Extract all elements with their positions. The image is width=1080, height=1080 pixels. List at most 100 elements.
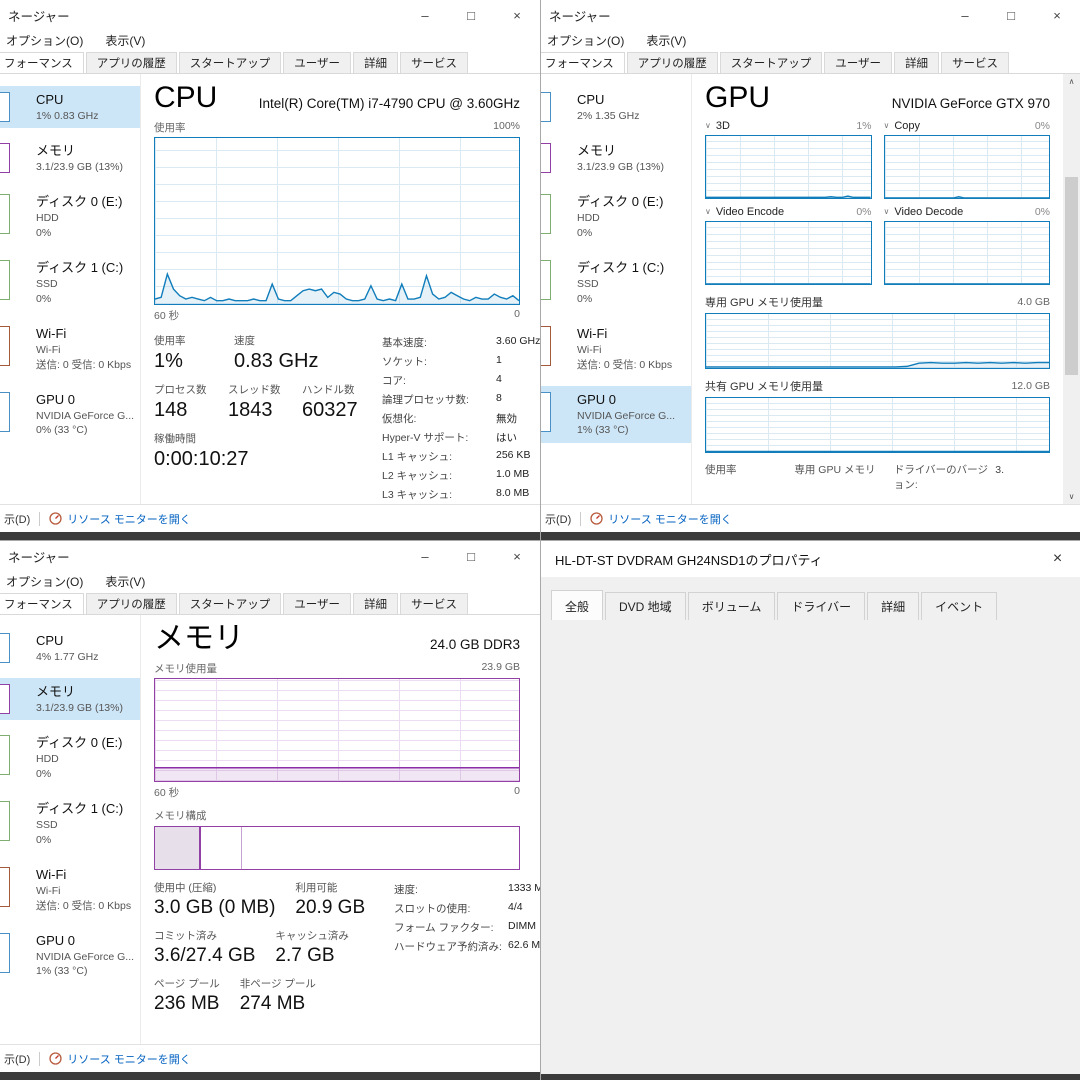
sidebar-item-cpu[interactable]: CPU4% 1.77 GHz <box>0 627 140 669</box>
tab-performance[interactable]: フォーマンス <box>540 52 625 73</box>
window-title: ネージャー <box>8 547 70 566</box>
tab-dvd-region[interactable]: DVD 地域 <box>605 592 686 620</box>
tab-general[interactable]: 全般 <box>551 590 603 620</box>
menu-options[interactable]: オプション(O) <box>6 32 83 49</box>
sidebar-item-detail: 4% 1.77 GHz <box>36 650 136 665</box>
divider <box>39 512 40 526</box>
tab-app-history[interactable]: アプリの履歴 <box>86 593 177 614</box>
chevron-down-icon[interactable]: ∨ <box>705 121 711 130</box>
sidebar-item-disk-0[interactable]: ディスク 0 (E:)HDD0% <box>0 188 140 245</box>
tab-driver[interactable]: ドライバー <box>777 592 865 620</box>
tab-users[interactable]: ユーザー <box>283 52 351 73</box>
spec-value: DIMM <box>508 920 536 935</box>
maximize-button[interactable]: □ <box>448 0 494 30</box>
sidebar-item-wifi[interactable]: Wi-FiWi-Fi送信: 0 受信: 0 Kbps <box>541 320 691 377</box>
close-button[interactable]: × <box>494 541 540 571</box>
menu-options[interactable]: オプション(O) <box>547 32 624 49</box>
sidebar-item-memory[interactable]: メモリ3.1/23.9 GB (13%) <box>0 678 140 720</box>
minimize-button[interactable]: – <box>942 0 988 30</box>
menu-options[interactable]: オプション(O) <box>6 573 83 590</box>
mini-graph-icon <box>0 194 10 234</box>
minimize-button[interactable]: – <box>402 0 448 30</box>
menu-view[interactable]: 表示(V) <box>105 573 145 590</box>
sidebar-item-memory[interactable]: メモリ3.1/23.9 GB (13%) <box>541 137 691 179</box>
open-resource-monitor-link[interactable]: リソース モニターを開く <box>67 1051 191 1067</box>
spec-value: 1 <box>496 354 502 369</box>
sidebar-item-wifi[interactable]: Wi-FiWi-Fi送信: 0 受信: 0 Kbps <box>0 320 140 377</box>
taskmgr-cpu-window: ネージャー – □ × オプション(O) 表示(V) フォーマンス アプリの履歴… <box>0 0 540 540</box>
sidebar-item-cpu[interactable]: CPU2% 1.35 GHz <box>541 86 691 128</box>
sidebar-item-disk-1[interactable]: ディスク 1 (C:)SSD0% <box>0 795 140 852</box>
sidebar-item-disk-0[interactable]: ディスク 0 (E:)HDD0% <box>0 729 140 786</box>
tab-app-history[interactable]: アプリの履歴 <box>627 52 718 73</box>
tab-performance[interactable]: フォーマンス <box>0 593 84 614</box>
sidebar-item-gpu[interactable]: GPU 0NVIDIA GeForce G...1% (33 °C) <box>0 927 140 984</box>
sidebar-item-cpu[interactable]: CPU1% 0.83 GHz <box>0 86 140 128</box>
tab-services[interactable]: サービス <box>400 593 468 614</box>
sidebar-item-title: GPU 0 <box>577 391 687 409</box>
tab-startup[interactable]: スタートアップ <box>179 52 282 73</box>
tab-startup[interactable]: スタートアップ <box>179 593 282 614</box>
sidebar-item-gpu[interactable]: GPU 0NVIDIA GeForce G...1% (33 °C) <box>541 386 691 443</box>
memory-composition-segment <box>155 827 201 869</box>
tab-details[interactable]: 詳細 <box>353 593 398 614</box>
sidebar-item-detail: HDD <box>36 211 136 226</box>
fewer-details-button[interactable]: 示(D) <box>4 1051 30 1067</box>
tab-app-history[interactable]: アプリの履歴 <box>86 52 177 73</box>
close-button[interactable]: × <box>1034 0 1080 30</box>
menu-view[interactable]: 表示(V) <box>646 32 686 49</box>
sidebar-item-disk-0[interactable]: ディスク 0 (E:)HDD0% <box>541 188 691 245</box>
spec-value: 無効 <box>496 411 517 426</box>
sidebar-item-disk-1[interactable]: ディスク 1 (C:)SSD0% <box>541 254 691 311</box>
sidebar-item-memory[interactable]: メモリ3.1/23.9 GB (13%) <box>0 137 140 179</box>
tab-services[interactable]: サービス <box>941 52 1009 73</box>
tab-services[interactable]: サービス <box>400 52 468 73</box>
cpu-primary-stats: 使用率1% 速度0.83 GHz プロセス数148 スレッド数1843 ハンドル… <box>154 333 366 505</box>
tab-users[interactable]: ユーザー <box>824 52 892 73</box>
open-resource-monitor-link[interactable]: リソース モニターを開く <box>67 511 191 527</box>
scroll-up-arrow[interactable]: ∧ <box>1069 77 1075 86</box>
sidebar-item-title: GPU 0 <box>36 391 136 409</box>
sidebar-item-title: ディスク 0 (E:) <box>36 193 136 211</box>
shared-mem-label: 共有 GPU メモリ使用量 <box>705 378 823 394</box>
tab-details[interactable]: 詳細 <box>867 592 919 620</box>
scrollbar-thumb[interactable] <box>1065 177 1078 375</box>
panel-title: GPU <box>705 82 770 114</box>
status-bar: 示(D) リソース モニターを開く <box>0 504 540 532</box>
chevron-down-icon[interactable]: ∨ <box>705 207 711 216</box>
tab-events[interactable]: イベント <box>921 592 997 620</box>
memory-composition-segment <box>242 827 519 869</box>
open-resource-monitor-link[interactable]: リソース モニターを開く <box>608 511 732 527</box>
menu-view[interactable]: 表示(V) <box>105 32 145 49</box>
fewer-details-button[interactable]: 示(D) <box>545 511 571 527</box>
mini-graph-icon <box>0 392 10 432</box>
spec-row: L3 キャッシュ:8.0 MB <box>382 487 540 502</box>
sidebar-item-disk-1[interactable]: ディスク 1 (C:)SSD0% <box>0 254 140 311</box>
dialog-title-bar: HL-DT-ST DVDRAM GH24NSD1のプロパティ <box>541 541 1080 577</box>
sidebar-item-wifi[interactable]: Wi-FiWi-Fi送信: 0 受信: 0 Kbps <box>0 861 140 918</box>
sidebar-item-detail: SSD <box>577 277 687 292</box>
chevron-down-icon[interactable]: ∨ <box>884 121 890 130</box>
fewer-details-button[interactable]: 示(D) <box>4 511 30 527</box>
tab-startup[interactable]: スタートアップ <box>720 52 823 73</box>
maximize-button[interactable]: □ <box>988 0 1034 30</box>
sidebar-item-gpu[interactable]: GPU 0NVIDIA GeForce G...0% (33 °C) <box>0 386 140 443</box>
vertical-scrollbar[interactable]: ∧ ∨ <box>1063 74 1080 504</box>
spec-row: L1 キャッシュ:256 KB <box>382 449 540 464</box>
sidebar-item-detail: 0% <box>577 292 687 307</box>
scroll-down-arrow[interactable]: ∨ <box>1069 492 1075 501</box>
sidebar-item-title: ディスク 1 (C:) <box>36 259 136 277</box>
chevron-down-icon[interactable]: ∨ <box>884 207 890 216</box>
dialog-close-button[interactable]: × <box>1035 541 1080 577</box>
gpu-engine-decode: ∨Video Decode0% <box>884 206 1051 285</box>
spec-label: コア: <box>382 373 496 388</box>
maximize-button[interactable]: □ <box>448 541 494 571</box>
tab-details[interactable]: 詳細 <box>894 52 939 73</box>
tab-volumes[interactable]: ボリューム <box>688 592 776 620</box>
minimize-button[interactable]: – <box>402 541 448 571</box>
dialog-title: HL-DT-ST DVDRAM GH24NSD1のプロパティ <box>555 550 823 569</box>
tab-performance[interactable]: フォーマンス <box>0 52 84 73</box>
tab-users[interactable]: ユーザー <box>283 593 351 614</box>
close-button[interactable]: × <box>494 0 540 30</box>
tab-details[interactable]: 詳細 <box>353 52 398 73</box>
